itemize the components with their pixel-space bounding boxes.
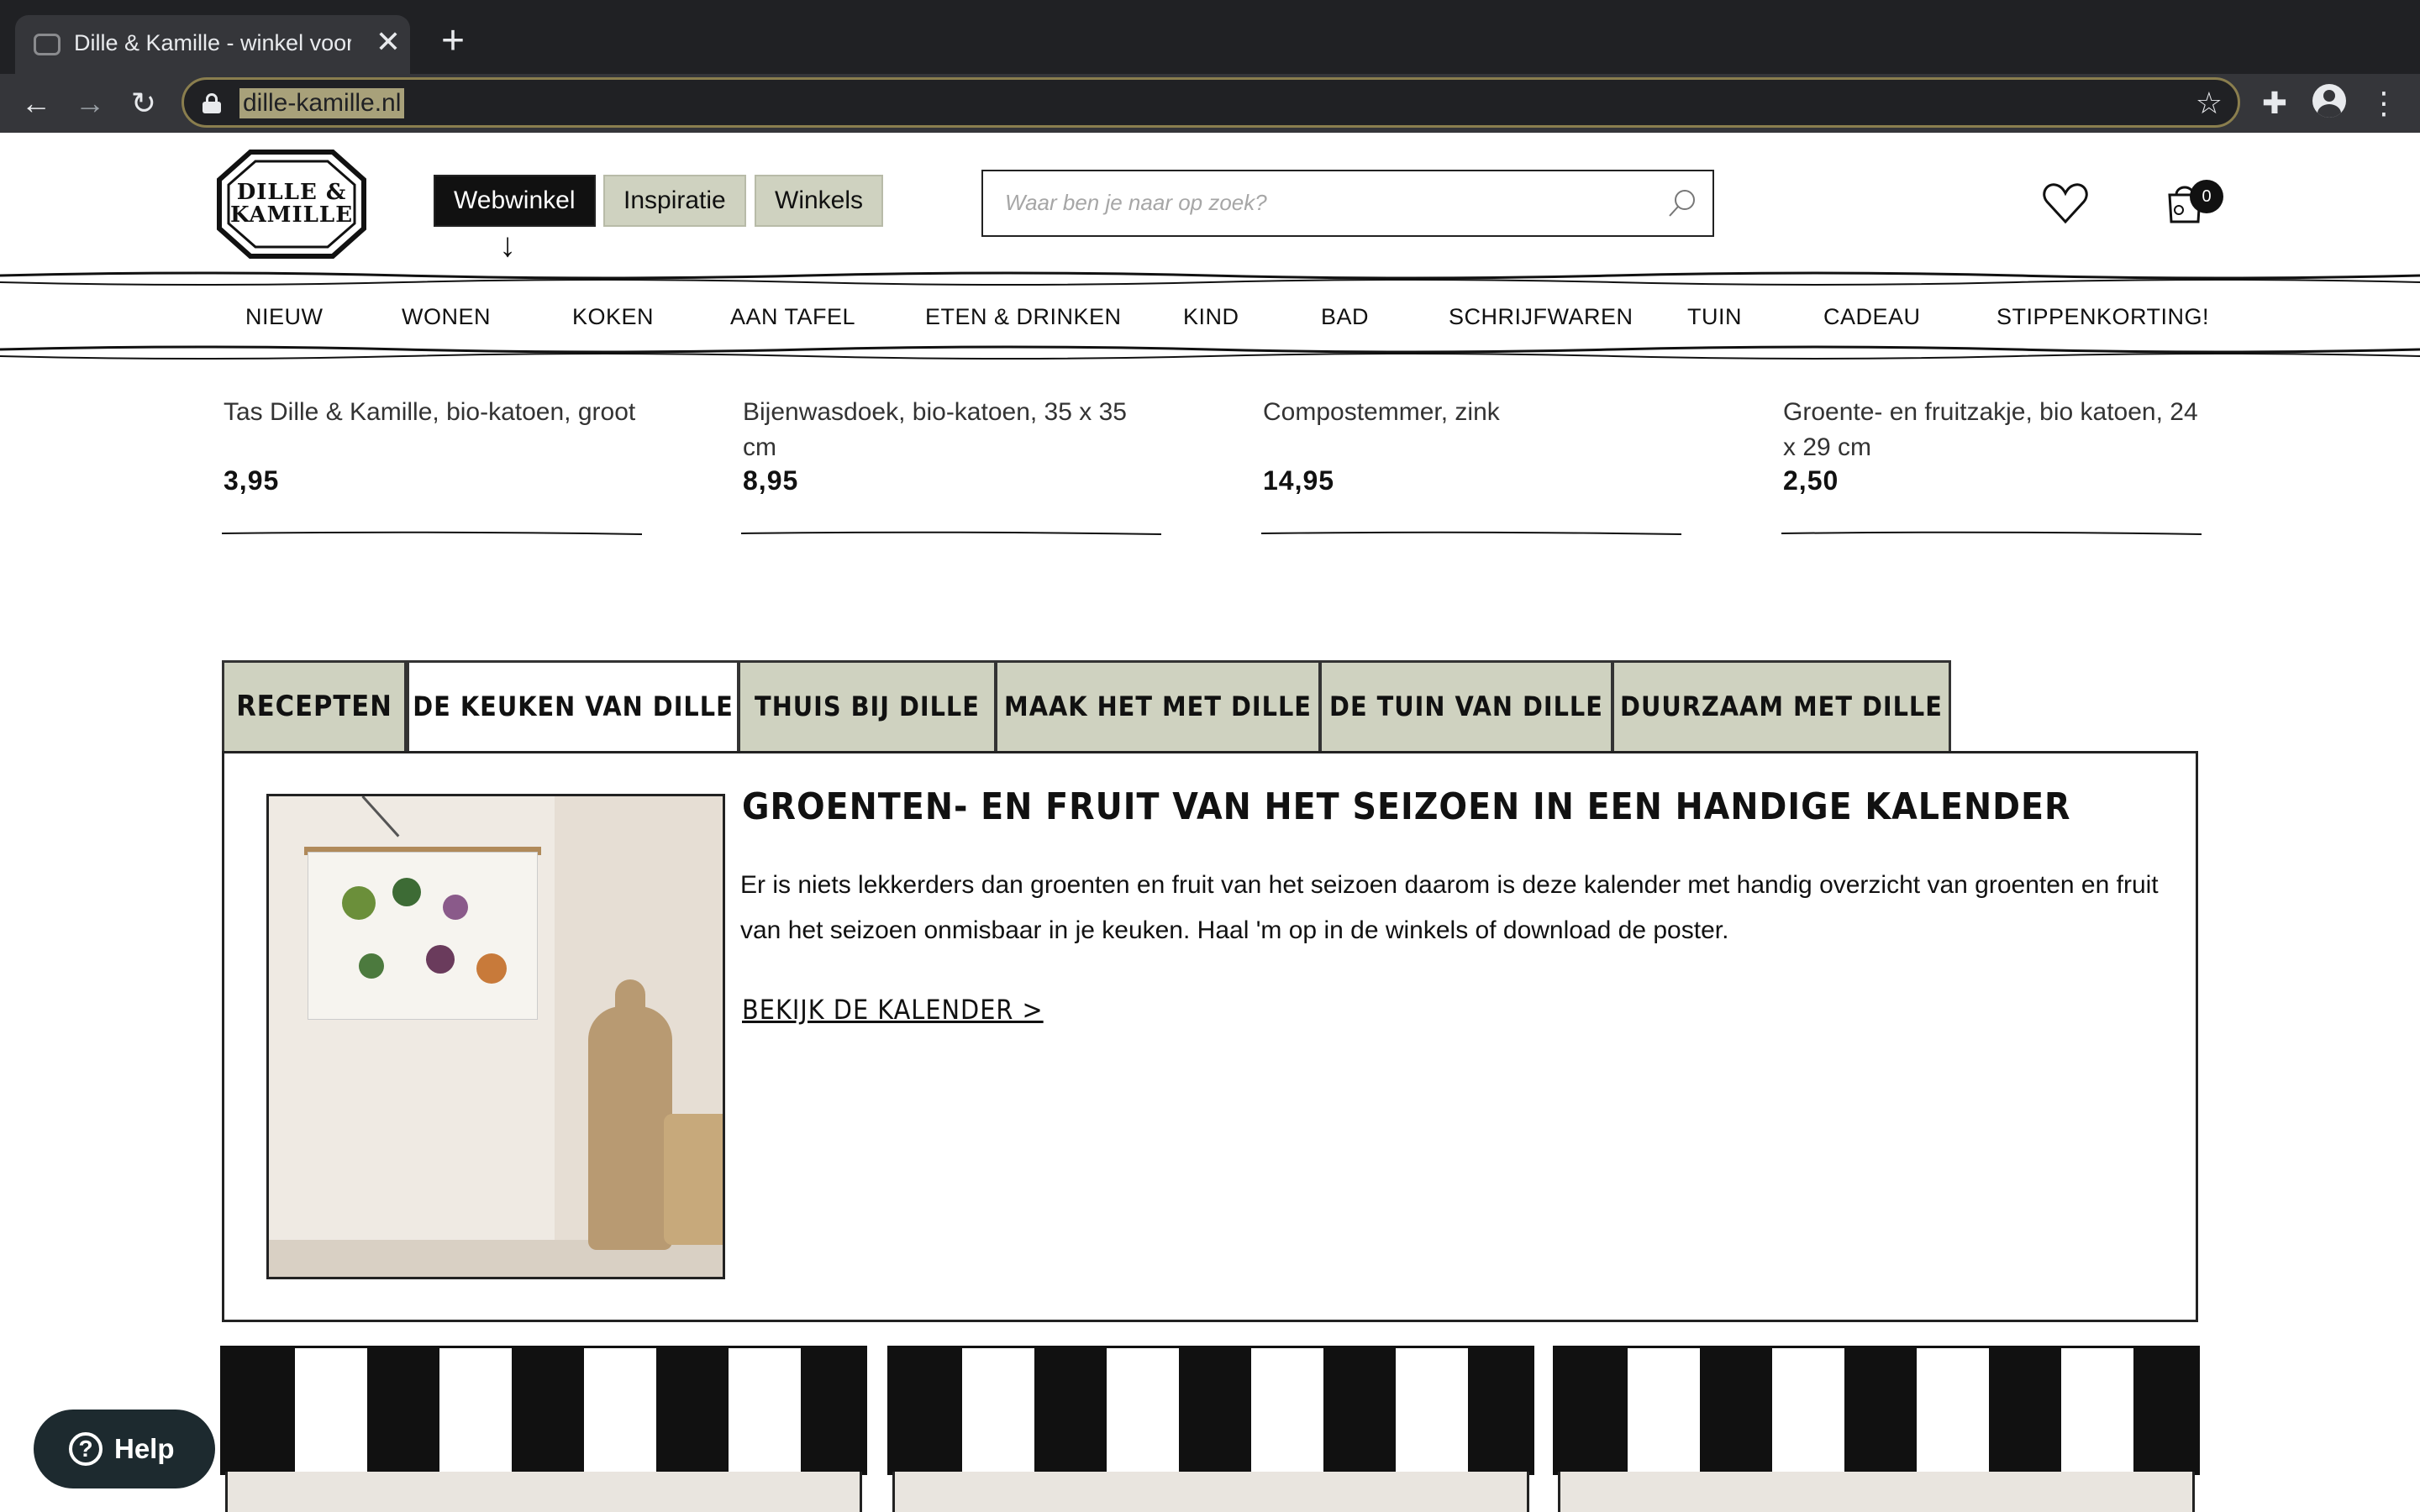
tab-maak-het-met-dille[interactable]: Maak het met Dille xyxy=(995,660,1321,754)
category-wonen[interactable]: WONEN xyxy=(402,304,491,330)
back-icon[interactable]: ← xyxy=(13,81,59,126)
bookmark-star-icon[interactable]: ☆ xyxy=(2196,85,2223,122)
product-price: 8,95 xyxy=(743,465,799,496)
category-nieuw[interactable]: NIEUW xyxy=(245,304,324,330)
product-price: 14,95 xyxy=(1263,465,1335,496)
teaser-card[interactable] xyxy=(887,1346,1534,1512)
site-logo[interactable]: DILLE & KAMILLE xyxy=(217,150,366,259)
wishlist-heart-icon[interactable] xyxy=(2042,180,2089,227)
help-button[interactable]: ? Help xyxy=(34,1410,215,1488)
product-card[interactable]: Bijenwasdoek, bio-katoen, 35 x 35 cm 8,9… xyxy=(740,395,1166,535)
tab-title: Dille & Kamille - winkel voor ca xyxy=(74,30,351,55)
browser-toolbar: ← → ↻ dille-kamille.nl ☆ ✚ ⋮ xyxy=(0,74,2420,133)
feature-body: Er is niets lekkerders dan groenten en f… xyxy=(740,871,2159,944)
calendar-poster-photo[interactable] xyxy=(266,794,725,1279)
search-icon[interactable] xyxy=(1667,188,1697,218)
product-underline xyxy=(1260,531,1682,535)
product-name[interactable]: Groente- en fruitzakje, bio katoen, 24 x… xyxy=(1783,395,2207,465)
teaser-card[interactable] xyxy=(220,1346,867,1512)
product-underline xyxy=(1781,531,2202,535)
browser-tab[interactable]: Dille & Kamille - winkel voor ca ✕ xyxy=(15,15,410,74)
search-input[interactable]: Waar ben je naar op zoek? xyxy=(981,170,1714,237)
product-price: 2,50 xyxy=(1783,465,1839,496)
lock-icon xyxy=(203,93,221,113)
chrome-menu-icon[interactable]: ⋮ xyxy=(2363,82,2405,124)
category-schrijfwaren[interactable]: SCHRIJFWAREN xyxy=(1449,304,1634,330)
product-card[interactable]: Tas Dille & Kamille, bio-katoen, groot 3… xyxy=(221,395,647,535)
url-text[interactable]: dille-kamille.nl xyxy=(239,88,405,118)
nav-winkels[interactable]: Winkels xyxy=(755,175,884,227)
teaser-card[interactable] xyxy=(1553,1346,2200,1512)
tab-thuis-bij-dille[interactable]: Thuis bij Dille xyxy=(738,660,997,754)
category-aan-tafel[interactable]: AAN TAFEL xyxy=(730,304,855,330)
tab-favicon-icon xyxy=(34,34,60,55)
category-koken[interactable]: KOKEN xyxy=(572,304,654,330)
logo-text: DILLE & KAMILLE xyxy=(229,180,354,228)
forward-icon[interactable]: → xyxy=(67,81,113,126)
category-eten-drinken[interactable]: ETEN & DRINKEN xyxy=(925,304,1122,330)
product-name[interactable]: Tas Dille & Kamille, bio-katoen, groot xyxy=(224,395,647,465)
teaser-image[interactable] xyxy=(1558,1472,2195,1512)
product-card[interactable]: Compostemmer, zink 14,95 xyxy=(1260,395,1686,535)
search-placeholder: Waar ben je naar op zoek? xyxy=(1005,190,1267,215)
feature-title: Groenten- en fruit van het seizoen in ee… xyxy=(742,785,2071,828)
nav-inspiratie[interactable]: Inspiratie xyxy=(603,175,746,227)
teaser-image[interactable] xyxy=(892,1472,1529,1512)
product-card[interactable]: Groente- en fruitzakje, bio katoen, 24 x… xyxy=(1781,395,2207,535)
striped-awning xyxy=(887,1346,1534,1475)
striped-awning xyxy=(1553,1346,2200,1475)
category-nav: NIEUW WONEN KOKEN AAN TAFEL ETEN & DRINK… xyxy=(0,270,2420,363)
help-label: Help xyxy=(114,1433,175,1464)
product-name[interactable]: Bijenwasdoek, bio-katoen, 35 x 35 cm xyxy=(743,395,1166,465)
cart-count-badge: 0 xyxy=(2190,180,2223,213)
striped-awning xyxy=(220,1346,867,1475)
new-tab-icon[interactable]: + xyxy=(434,21,472,61)
tab-duurzaam-met-dille[interactable]: Duurzaam met Dille xyxy=(1612,660,1951,754)
product-price: 3,95 xyxy=(224,465,280,496)
tab-recepten[interactable]: Recepten xyxy=(222,660,407,754)
category-bad[interactable]: BAD xyxy=(1321,304,1369,330)
category-stippenkorting[interactable]: STIPPENKORTING! xyxy=(1996,304,2209,330)
view-calendar-link[interactable]: Bekijk de kalender > xyxy=(742,994,1044,1026)
category-tuin[interactable]: TUIN xyxy=(1687,304,1742,330)
tab-content-panel: Groenten- en fruit van het seizoen in ee… xyxy=(222,751,2198,1322)
help-question-icon: ? xyxy=(69,1432,103,1466)
extensions-icon[interactable]: ✚ xyxy=(2254,82,2296,124)
category-kind[interactable]: KIND xyxy=(1183,304,1239,330)
address-bar[interactable]: dille-kamille.nl ☆ xyxy=(182,77,2240,128)
browser-tab-strip: Dille & Kamille - winkel voor ca ✕ + xyxy=(0,0,2420,74)
down-arrow-icon: ↓ xyxy=(499,227,516,264)
product-name[interactable]: Compostemmer, zink xyxy=(1263,395,1686,465)
product-underline xyxy=(740,531,1162,535)
teaser-image[interactable] xyxy=(225,1472,862,1512)
tab-close-icon[interactable]: ✕ xyxy=(373,27,403,57)
product-underline xyxy=(221,531,643,535)
web-page: DILLE & KAMILLE Webwinkel Inspiratie Win… xyxy=(0,133,2420,1512)
profile-avatar-icon[interactable] xyxy=(2312,84,2346,118)
tab-de-keuken-van-dille[interactable]: De keuken van Dille xyxy=(407,660,739,759)
nav-webwinkel[interactable]: Webwinkel xyxy=(434,175,596,227)
category-cadeau[interactable]: CADEAU xyxy=(1823,304,1921,330)
tab-de-tuin-van-dille[interactable]: De tuin van Dille xyxy=(1319,660,1613,754)
reload-icon[interactable]: ↻ xyxy=(121,81,166,126)
